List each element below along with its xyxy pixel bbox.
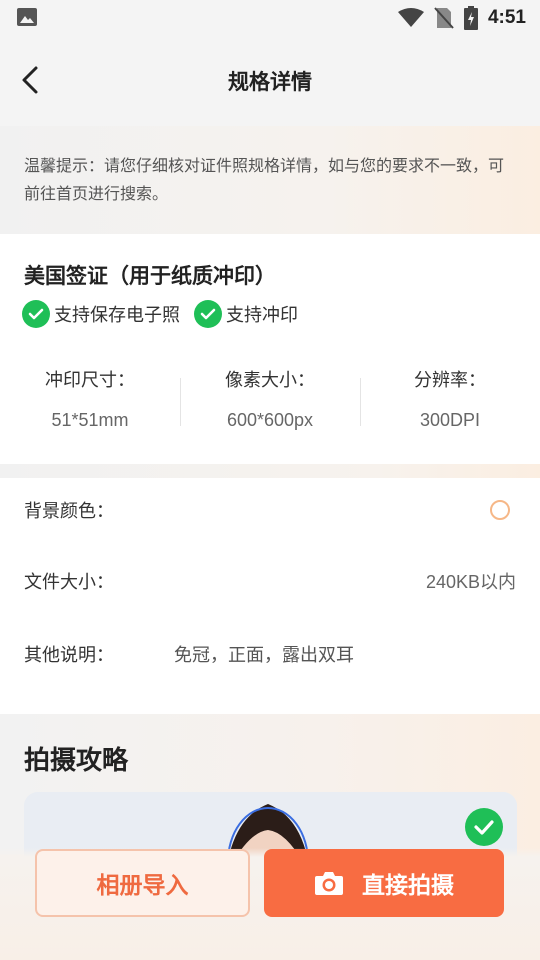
- metric-label: 分辨率：: [414, 370, 486, 391]
- notes-row: 其他说明： 免冠，正面，露出双耳: [24, 638, 516, 670]
- gallery-icon: [17, 8, 37, 26]
- status-time: 4:51: [487, 7, 526, 28]
- spec-card: 美国签证（用于纸质冲印） 支持保存电子照 支持冲印 冲印尺寸： 51*51mm …: [0, 234, 540, 464]
- badge-label: 支持冲印: [226, 305, 298, 326]
- spec-metrics: 冲印尺寸： 51*51mm 像素大小： 600*600px 分辨率： 300DP…: [0, 366, 540, 431]
- camera-icon: [315, 872, 343, 895]
- metric-label: 像素大小：: [225, 370, 315, 391]
- metric-value: 300DPI: [419, 410, 481, 430]
- check-circle-icon: [22, 300, 50, 328]
- wifi-icon: [397, 8, 424, 27]
- notes-label: 其他说明：: [24, 645, 114, 666]
- status-bar: 4:51: [0, 0, 540, 36]
- info-card: 背景颜色： 文件大小： 240KB以内 其他说明： 免冠，正面，露出双耳: [0, 478, 540, 714]
- check-circle-icon: [465, 808, 503, 846]
- metric-value: 600*600px: [226, 410, 314, 430]
- bottom-action-bar: 相册导入 直接拍摄: [0, 848, 540, 960]
- page-title: 规格详情: [228, 70, 312, 94]
- file-size-row: 文件大小： 240KB以内: [24, 565, 516, 597]
- check-circle-icon: [194, 300, 222, 328]
- battery-charging-icon: [463, 6, 478, 30]
- metric-resolution: 分辨率： 300DPI: [360, 366, 540, 431]
- guide-title: 拍摄攻略: [24, 746, 129, 776]
- background-color-radio[interactable]: [490, 500, 510, 520]
- metric-print-size: 冲印尺寸： 51*51mm: [0, 366, 180, 431]
- take-photo-label: 直接拍摄: [362, 873, 454, 899]
- background-color-label: 背景颜色：: [24, 501, 114, 522]
- background-color-row: 背景颜色：: [24, 494, 516, 526]
- file-size-value: 240KB以内: [425, 572, 516, 592]
- section-divider: [0, 464, 540, 478]
- spec-badges: 支持保存电子照 支持冲印: [22, 300, 298, 328]
- metric-pixel-size: 像素大小： 600*600px: [180, 366, 360, 431]
- badge-save-digital: 支持保存电子照: [22, 300, 180, 328]
- tip-text: 温馨提示：请您仔细核对证件照规格详情，如与您的要求不一致，可前往首页进行搜索。: [24, 156, 505, 203]
- tip-banner: 温馨提示：请您仔细核对证件照规格详情，如与您的要求不一致，可前往首页进行搜索。: [0, 126, 540, 234]
- metric-value: 51*51mm: [51, 410, 129, 430]
- spec-name: 美国签证（用于纸质冲印）: [24, 264, 276, 288]
- no-sim-icon: [434, 7, 454, 29]
- album-import-button[interactable]: 相册导入: [35, 849, 250, 917]
- nav-bar: 规格详情: [0, 36, 540, 126]
- take-photo-button[interactable]: 直接拍摄: [264, 849, 504, 917]
- badge-label: 支持保存电子照: [54, 305, 180, 326]
- file-size-label: 文件大小：: [24, 572, 114, 593]
- metric-label: 冲印尺寸：: [45, 370, 135, 391]
- badge-print: 支持冲印: [194, 300, 298, 328]
- notes-value: 免冠，正面，露出双耳: [174, 645, 354, 666]
